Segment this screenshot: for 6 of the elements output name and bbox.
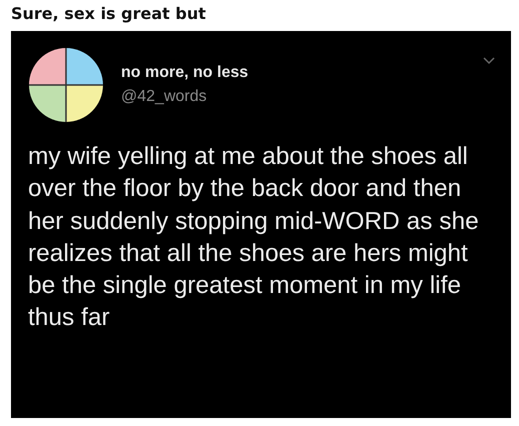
user-handle: @42_words (121, 88, 208, 106)
avatar-icon (28, 47, 104, 123)
tweet-text: my wife yelling at me about the shoes all over the floor by the back door and then her suddenly stopping mid-WORD as she realizes that all the shoes are hers might be the single greatest moment in my life thus far (28, 142, 480, 334)
display-name: no more, no less (121, 64, 248, 82)
chevron-down-icon[interactable] (483, 57, 495, 65)
caption: Sure, sex is great but (11, 3, 207, 25)
